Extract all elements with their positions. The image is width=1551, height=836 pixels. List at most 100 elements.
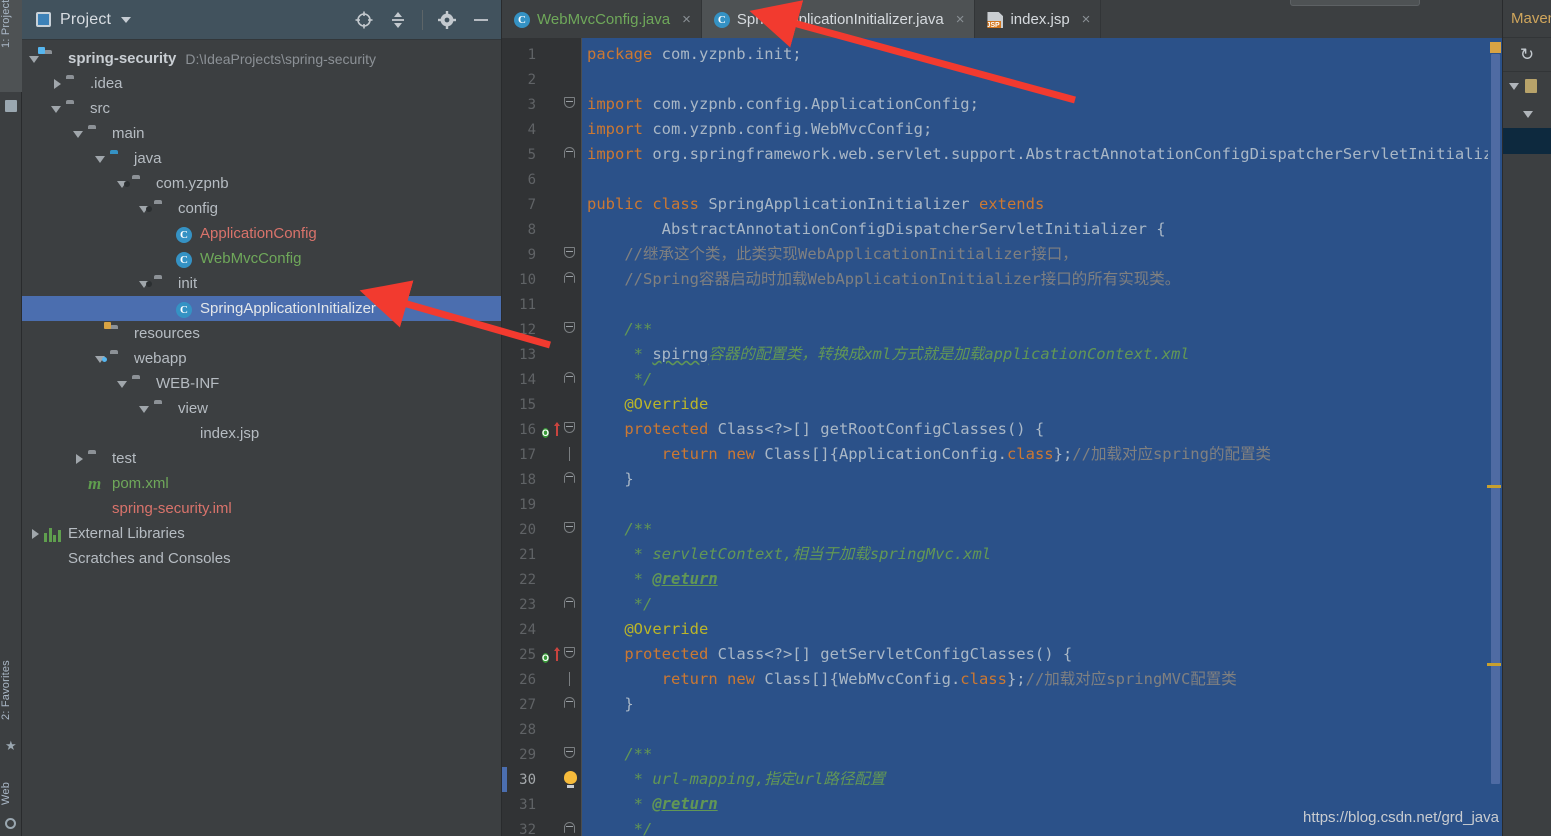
gutter-line[interactable]: 6 <box>502 167 582 192</box>
tree-item-config[interactable]: config <box>22 196 501 221</box>
code-line[interactable]: } <box>582 692 1502 717</box>
code-line[interactable]: return new Class[]{WebMvcConfig.class};/… <box>582 667 1502 692</box>
tree-item-idea[interactable]: .idea <box>22 71 501 96</box>
chevron-down-icon[interactable] <box>121 17 131 23</box>
code-line[interactable]: import com.yzpnb.config.ApplicationConfi… <box>582 92 1502 117</box>
tree-item-src[interactable]: src <box>22 96 501 121</box>
tree-item-resources[interactable]: resources <box>22 321 501 346</box>
tree-item-spring-security[interactable]: spring-securityD:\IdeaProjects\spring-se… <box>22 46 501 71</box>
code-line[interactable]: * url-mapping,指定url路径配置 <box>582 767 1502 792</box>
chevron-right-icon[interactable] <box>50 77 64 91</box>
tree-item-webapp[interactable]: webapp <box>22 346 501 371</box>
chevron-down-icon[interactable] <box>50 102 64 116</box>
chevron-down-icon[interactable] <box>138 402 152 416</box>
tree-item-applicationconfig[interactable]: CApplicationConfig <box>22 221 501 246</box>
code-fold-icon[interactable] <box>564 522 576 536</box>
code-line[interactable]: */ <box>582 592 1502 617</box>
editor-tab-webmvcconfig-java[interactable]: CWebMvcConfig.java× <box>502 0 702 38</box>
code-text-area[interactable]: package com.yzpnb.init; import com.yzpnb… <box>582 38 1502 836</box>
gutter-line[interactable]: 23 <box>502 592 582 617</box>
code-fold-icon[interactable] <box>564 597 576 611</box>
project-tree[interactable]: spring-securityD:\IdeaProjects\spring-se… <box>22 40 501 571</box>
gutter-line[interactable]: 10 <box>502 267 582 292</box>
code-line[interactable]: protected Class<?>[] getServletConfigCla… <box>582 642 1502 667</box>
gutter-line[interactable]: 11 <box>502 292 582 317</box>
editor-gutter[interactable]: 12345678910111213141516O1718192021222324… <box>502 38 582 836</box>
gear-icon[interactable] <box>437 10 457 30</box>
tree-item-index-jsp[interactable]: index.jsp <box>22 421 501 446</box>
scrollbar-warning-marker[interactable] <box>1487 485 1501 488</box>
collapse-all-icon[interactable] <box>388 10 408 30</box>
gutter-line[interactable]: 27 <box>502 692 582 717</box>
tree-item-java[interactable]: java <box>22 146 501 171</box>
gutter-line[interactable]: 8 <box>502 217 582 242</box>
tree-item-scratches-and-consoles[interactable]: Scratches and Consoles <box>22 546 501 571</box>
close-icon[interactable]: × <box>956 11 965 28</box>
tree-item-init[interactable]: init <box>22 271 501 296</box>
code-fold-icon[interactable] <box>564 97 576 111</box>
code-fold-icon[interactable] <box>564 697 576 711</box>
code-line[interactable] <box>582 67 1502 92</box>
editor-tab-index-jsp[interactable]: index.jsp× <box>975 0 1101 38</box>
code-line[interactable]: @Override <box>582 392 1502 417</box>
tree-item-external-libraries[interactable]: External Libraries <box>22 521 501 546</box>
close-icon[interactable]: × <box>1082 11 1091 28</box>
chevron-right-icon[interactable] <box>72 452 86 466</box>
code-fold-icon[interactable] <box>564 747 576 761</box>
gutter-line[interactable]: 17 <box>502 442 582 467</box>
gutter-line[interactable]: 28 <box>502 717 582 742</box>
code-line[interactable]: //Spring容器启动时加载WebApplicationInitializer… <box>582 267 1502 292</box>
gutter-line[interactable]: 32 <box>502 817 582 836</box>
tree-item-view[interactable]: view <box>22 396 501 421</box>
scrollbar-thumb[interactable] <box>1491 54 1500 784</box>
code-line[interactable]: public class SpringApplicationInitialize… <box>582 192 1502 217</box>
code-line[interactable] <box>582 292 1502 317</box>
chevron-right-icon[interactable] <box>28 527 42 541</box>
gutter-line[interactable]: 7 <box>502 192 582 217</box>
gutter-line[interactable]: 24 <box>502 617 582 642</box>
code-line[interactable]: import com.yzpnb.config.WebMvcConfig; <box>582 117 1502 142</box>
gutter-line[interactable]: 2 <box>502 67 582 92</box>
code-fold-icon[interactable] <box>564 472 576 486</box>
gutter-line[interactable]: 14 <box>502 367 582 392</box>
close-icon[interactable]: × <box>682 11 691 28</box>
gutter-line[interactable]: 1 <box>502 42 582 67</box>
gutter-line[interactable]: 25O <box>502 642 582 667</box>
gutter-line[interactable]: 22 <box>502 567 582 592</box>
code-line[interactable]: * spirng容器的配置类，转换成xml方式就是加载applicationCo… <box>582 342 1502 367</box>
code-fold-icon[interactable] <box>564 272 576 286</box>
tree-item-com-yzpnb[interactable]: com.yzpnb <box>22 171 501 196</box>
tool-tab-project[interactable]: 1: Project <box>0 0 22 92</box>
code-line[interactable]: AbstractAnnotationConfigDispatcherServle… <box>582 217 1502 242</box>
code-line[interactable]: /** <box>582 317 1502 342</box>
code-fold-icon[interactable] <box>564 447 576 461</box>
code-line[interactable]: * servletContext,相当于加载springMvc.xml <box>582 542 1502 567</box>
locate-icon[interactable] <box>354 10 374 30</box>
tree-item-test[interactable]: test <box>22 446 501 471</box>
code-line[interactable]: * @return <box>582 567 1502 592</box>
gutter-line[interactable]: 15 <box>502 392 582 417</box>
code-line[interactable]: /** <box>582 742 1502 767</box>
gutter-line[interactable]: 21 <box>502 542 582 567</box>
tree-item-spring-security-iml[interactable]: spring-security.iml <box>22 496 501 521</box>
editor-tab-springapplicationinitializer-java[interactable]: CSpringApplicationInitializer.java× <box>702 0 976 38</box>
chevron-down-icon[interactable] <box>1509 83 1519 90</box>
code-line[interactable] <box>582 717 1502 742</box>
intention-bulb-icon[interactable] <box>564 771 577 784</box>
code-fold-icon[interactable] <box>564 822 576 836</box>
code-line[interactable]: */ <box>582 367 1502 392</box>
gutter-line[interactable]: 31 <box>502 792 582 817</box>
chevron-down-icon[interactable] <box>94 152 108 166</box>
gutter-line[interactable]: 26 <box>502 667 582 692</box>
gutter-line[interactable]: 9 <box>502 242 582 267</box>
code-line[interactable]: package com.yzpnb.init; <box>582 42 1502 67</box>
gutter-line[interactable]: 18 <box>502 467 582 492</box>
scrollbar-warning-marker[interactable] <box>1487 663 1501 666</box>
tree-item-webmvcconfig[interactable]: CWebMvcConfig <box>22 246 501 271</box>
gutter-line[interactable]: 4 <box>502 117 582 142</box>
gutter-line[interactable]: 5 <box>502 142 582 167</box>
override-method-icon[interactable]: O <box>542 421 560 439</box>
gutter-line[interactable]: 19 <box>502 492 582 517</box>
gutter-line[interactable]: 30 <box>502 767 582 792</box>
gutter-line[interactable]: 12 <box>502 317 582 342</box>
